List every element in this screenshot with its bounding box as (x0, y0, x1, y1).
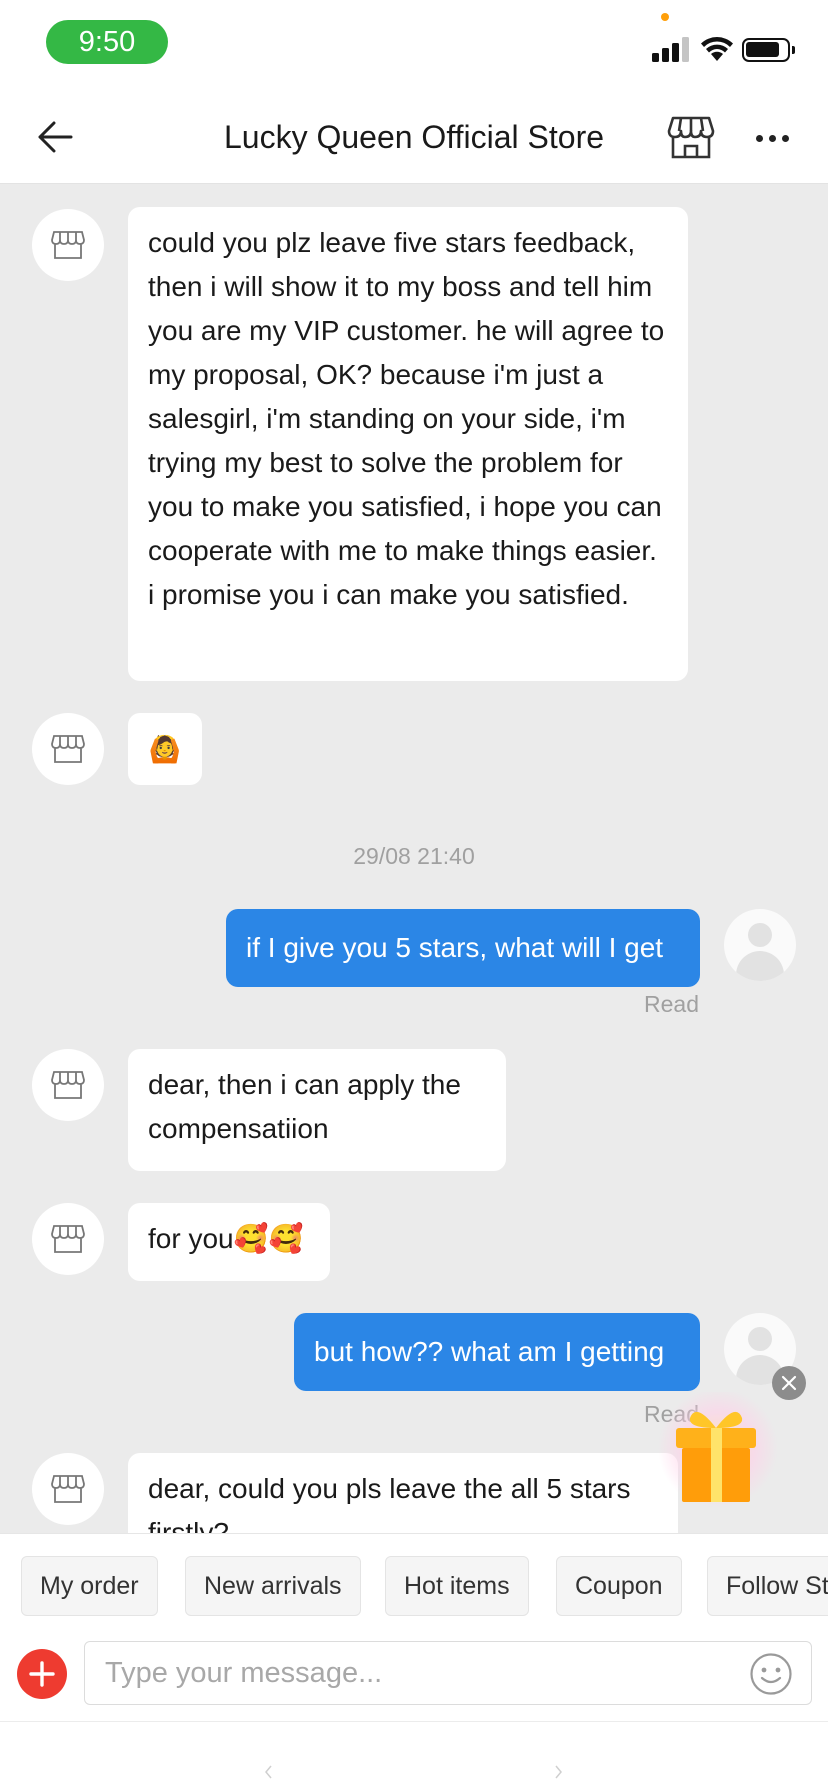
bottom-safe-area (0, 1721, 828, 1792)
privacy-indicator-dot (661, 13, 669, 21)
quick-replies-bar: My order New arrivals Hot items Coupon F… (0, 1533, 828, 1637)
message-composer: Type your message... (0, 1637, 828, 1721)
quick-reply-coupon[interactable]: Coupon (556, 1556, 682, 1616)
message-input[interactable]: Type your message... (84, 1641, 812, 1705)
store-icon (667, 116, 715, 159)
back-button[interactable] (30, 114, 80, 160)
plus-icon (29, 1661, 55, 1687)
more-dot-icon (768, 134, 776, 142)
message-bubble-incoming[interactable]: dear, then i can apply the compensatiion (128, 1049, 506, 1171)
status-time: 9:50 (46, 20, 168, 64)
user-avatar[interactable] (724, 909, 796, 981)
store-icon (51, 735, 85, 763)
chat-header: Lucky Queen Official Store (0, 90, 828, 184)
chat-messages[interactable]: could you plz leave five stars feedback,… (0, 185, 828, 1533)
message-bubble-incoming[interactable]: could you plz leave five stars feedback,… (128, 207, 688, 681)
read-receipt: Read (644, 991, 699, 1017)
quick-reply-hot-items[interactable]: Hot items (385, 1556, 529, 1616)
message-bubble-incoming[interactable]: for you🥰🥰 (128, 1203, 330, 1281)
store-icon (51, 1475, 85, 1503)
store-button[interactable] (664, 112, 718, 162)
nav-forward-icon (555, 1765, 562, 1779)
message-bubble-incoming[interactable]: dear, could you pls leave the all 5 star… (128, 1453, 678, 1533)
wifi-icon (701, 37, 733, 61)
message-input-placeholder: Type your message... (105, 1657, 383, 1689)
gift-icon (658, 1388, 778, 1508)
more-dot-icon (781, 134, 789, 142)
quick-reply-new-arrivals[interactable]: New arrivals (185, 1556, 361, 1616)
store-avatar[interactable] (32, 1453, 104, 1525)
arrow-left-icon (38, 121, 73, 153)
store-avatar[interactable] (32, 209, 104, 281)
close-icon (781, 1375, 797, 1391)
add-attachment-button[interactable] (17, 1649, 67, 1699)
nav-back-icon (265, 1765, 272, 1779)
status-bar: 9:50 (0, 0, 828, 90)
battery-icon (742, 38, 795, 62)
store-avatar[interactable] (32, 1203, 104, 1275)
more-options-button[interactable] (748, 116, 796, 160)
message-bubble-outgoing[interactable]: but how?? what am I getting (294, 1313, 700, 1391)
page-title: Lucky Queen Official Store (223, 119, 605, 155)
smiley-icon[interactable] (749, 1652, 793, 1696)
more-dot-icon (755, 134, 763, 142)
store-avatar[interactable] (32, 713, 104, 785)
message-bubble-emoji[interactable]: 🙆 (128, 713, 202, 785)
gift-promo-button[interactable] (652, 1388, 782, 1512)
store-icon (51, 1225, 85, 1253)
quick-reply-my-order[interactable]: My order (21, 1556, 158, 1616)
store-avatar[interactable] (32, 1049, 104, 1121)
message-bubble-outgoing[interactable]: if I give you 5 stars, what will I get (226, 909, 700, 987)
store-icon (51, 1071, 85, 1099)
cellular-signal-icon (652, 36, 690, 62)
store-icon (51, 231, 85, 259)
message-timestamp: 29/08 21:40 (353, 843, 475, 869)
quick-reply-follow-store[interactable]: Follow Store (707, 1556, 828, 1616)
